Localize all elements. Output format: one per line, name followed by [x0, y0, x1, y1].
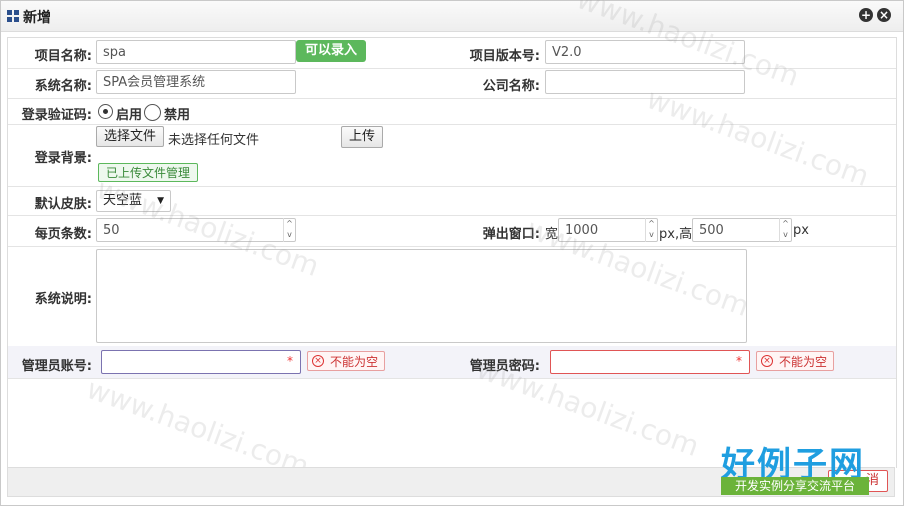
popup-label: 弹出窗口:	[482, 227, 540, 242]
popup-separator: px,高	[659, 227, 693, 242]
company-name-label: 公司名称:	[482, 79, 540, 94]
row-captcha: 登录验证码: 启用 禁用	[8, 98, 896, 125]
system-name-input[interactable]: SPA会员管理系统	[96, 70, 296, 94]
row-skin: 默认皮肤: 天空蓝 ▼	[8, 186, 896, 216]
popup-height-value: 500	[699, 223, 724, 238]
admin-password-error-text: 不能为空	[779, 355, 828, 369]
admin-account-required-mark: *	[287, 354, 293, 368]
admin-account-label: 管理员账号:	[21, 359, 92, 374]
project-name-input[interactable]: spa	[96, 40, 296, 64]
admin-password-error: × 不能为空	[756, 351, 834, 371]
error-icon: ×	[312, 355, 324, 367]
project-version-label: 项目版本号:	[469, 49, 540, 64]
form-area: 项目名称: spa 可以录入 项目版本号: V2.0 系统名称: SPA会员管理…	[7, 37, 897, 468]
captcha-enable-radio[interactable]	[98, 104, 113, 119]
admin-account-input[interactable]	[101, 350, 301, 374]
row-admin: 管理员账号: * × 不能为空 管理员密码: * × 不能为空	[8, 346, 896, 379]
row-login-bg: 登录背景: 选择文件 未选择任何文件 上传 已上传文件管理	[8, 124, 896, 187]
popup-width-input[interactable]: 1000 ^ v	[558, 218, 658, 242]
sys-desc-label: 系统说明:	[34, 292, 92, 307]
popup-width-spinner[interactable]: ^ v	[645, 218, 657, 242]
captcha-disable-label: 禁用	[164, 108, 191, 123]
admin-account-error: × 不能为空	[307, 351, 385, 371]
choose-file-button[interactable]: 选择文件	[96, 126, 164, 147]
page-size-spinner[interactable]: ^ v	[283, 218, 295, 242]
login-bg-label: 登录背景:	[34, 151, 92, 166]
dialog-window: 新增 + × 项目名称: spa 可以录入 项目版本号: V2.0 系统名称: …	[0, 0, 904, 506]
window-title: 新增	[23, 10, 51, 26]
skin-select-value: 天空蓝	[103, 193, 143, 208]
error-icon: ×	[761, 355, 773, 367]
can-input-badge: 可以录入	[296, 40, 366, 62]
popup-height-input[interactable]: 500 ^ v	[692, 218, 792, 242]
uploaded-files-button[interactable]: 已上传文件管理	[98, 163, 198, 182]
upload-button[interactable]: 上传	[341, 126, 383, 148]
admin-password-label: 管理员密码:	[469, 359, 540, 374]
brand-subtitle: 开发实例分享交流平台	[721, 477, 869, 495]
no-file-text: 未选择任何文件	[168, 133, 260, 148]
skin-select[interactable]: 天空蓝 ▼	[96, 190, 171, 212]
popup-height-spinner[interactable]: ^ v	[779, 218, 791, 242]
page-size-input[interactable]: 50 ^ v	[96, 218, 296, 242]
captcha-enable-label: 启用	[116, 108, 143, 123]
row-page-size: 每页条数: 50 ^ v 弹出窗口: 宽 1000 ^ v px,高 500 ^ v …	[8, 215, 896, 247]
default-skin-label: 默认皮肤:	[34, 197, 92, 212]
title-bar: 新增 + ×	[1, 1, 903, 32]
popup-width-value: 1000	[565, 223, 599, 238]
maximize-icon[interactable]: +	[859, 8, 873, 22]
close-icon[interactable]: ×	[877, 8, 891, 22]
row-project: 项目名称: spa 可以录入 项目版本号: V2.0	[8, 38, 896, 69]
captcha-disable-radio[interactable]	[144, 104, 161, 121]
admin-password-required-mark: *	[736, 354, 742, 368]
popup-suffix: px	[793, 223, 809, 238]
row-sys-desc: 系统说明:	[8, 246, 896, 347]
project-name-label: 项目名称:	[34, 49, 92, 64]
system-name-label: 系统名称:	[34, 79, 92, 94]
project-version-input[interactable]: V2.0	[545, 40, 745, 64]
grid-icon	[7, 10, 19, 22]
admin-account-error-text: 不能为空	[330, 355, 379, 369]
page-size-label: 每页条数:	[34, 227, 92, 242]
chevron-down-icon: ▼	[157, 196, 164, 206]
row-system: 系统名称: SPA会员管理系统 公司名称:	[8, 68, 896, 99]
sys-desc-textarea[interactable]	[96, 249, 747, 343]
popup-width-prefix: 宽	[545, 227, 559, 242]
company-name-input[interactable]	[545, 70, 745, 94]
page-size-value: 50	[103, 223, 120, 238]
login-captcha-label: 登录验证码:	[21, 108, 92, 123]
admin-password-input[interactable]	[550, 350, 750, 374]
brand-logo: 好例子网 开发实例分享交流平台	[721, 437, 871, 499]
